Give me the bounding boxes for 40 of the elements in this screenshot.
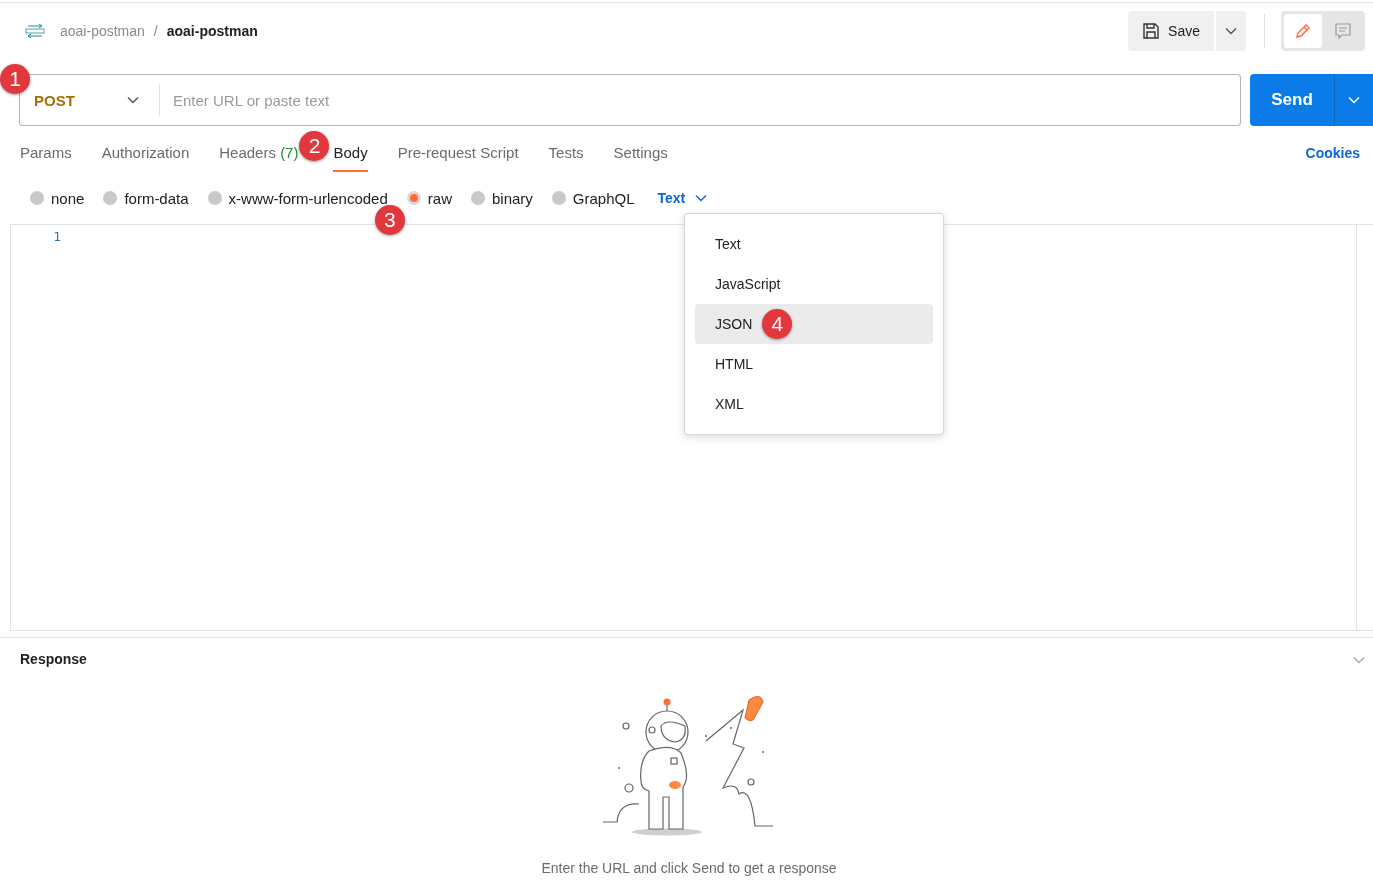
response-title: Response — [20, 651, 87, 667]
breadcrumb-item[interactable]: aoai-postman — [60, 23, 145, 39]
language-select[interactable]: Text — [653, 190, 712, 206]
callout-number: 1 — [0, 64, 30, 94]
language-menu-item[interactable]: XML — [695, 384, 933, 424]
request-tab[interactable]: Body — [333, 136, 368, 172]
body-type-radio[interactable]: binary — [470, 189, 533, 207]
breadcrumb-separator: / — [153, 23, 158, 39]
callout-number: 4 — [762, 309, 793, 339]
callout-number: 3 — [374, 205, 405, 235]
body-type-radio[interactable]: x-www-form-urlencoded — [207, 189, 388, 207]
body-type-radio[interactable]: raw — [406, 189, 452, 207]
edit-mode-button[interactable] — [1284, 14, 1322, 48]
cookies-link[interactable]: Cookies — [1305, 137, 1360, 172]
save-button[interactable]: Save — [1128, 11, 1214, 51]
chevron-down-icon — [1348, 96, 1360, 104]
pencil-icon — [1294, 22, 1312, 40]
request-tab[interactable]: Settings — [613, 136, 668, 172]
body-type-radio[interactable]: form-data — [103, 189, 189, 207]
comment-icon — [1334, 22, 1352, 40]
request-tab[interactable]: Authorization — [101, 136, 190, 172]
http-icon — [24, 24, 46, 38]
request-tab[interactable]: Params — [20, 136, 72, 172]
request-tab[interactable]: Pre-request Script — [397, 136, 519, 172]
breadcrumb-item[interactable]: aoai-postman — [166, 23, 258, 39]
chevron-down-icon — [1225, 27, 1237, 35]
language-menu-item[interactable]: HTML — [695, 344, 933, 384]
language-menu-item[interactable]: JavaScript — [695, 264, 933, 304]
language-menu-item[interactable]: Text — [695, 224, 933, 264]
request-tab[interactable]: Headers (7) — [219, 136, 299, 172]
line-number: 1 — [52, 229, 61, 244]
body-type-radio[interactable]: GraphQL — [551, 189, 635, 207]
chevron-down-icon — [1353, 655, 1365, 664]
language-menu-item[interactable]: JSON 4 — [695, 304, 933, 344]
chevron-down-icon — [695, 194, 708, 202]
body-type-radio[interactable]: none — [30, 189, 85, 207]
empty-response-message: Enter the URL and click Send to get a response — [541, 860, 837, 876]
callout-number: 2 — [299, 131, 330, 161]
request-tab[interactable]: Tests — [548, 136, 584, 172]
save-options-button[interactable] — [1216, 11, 1246, 51]
